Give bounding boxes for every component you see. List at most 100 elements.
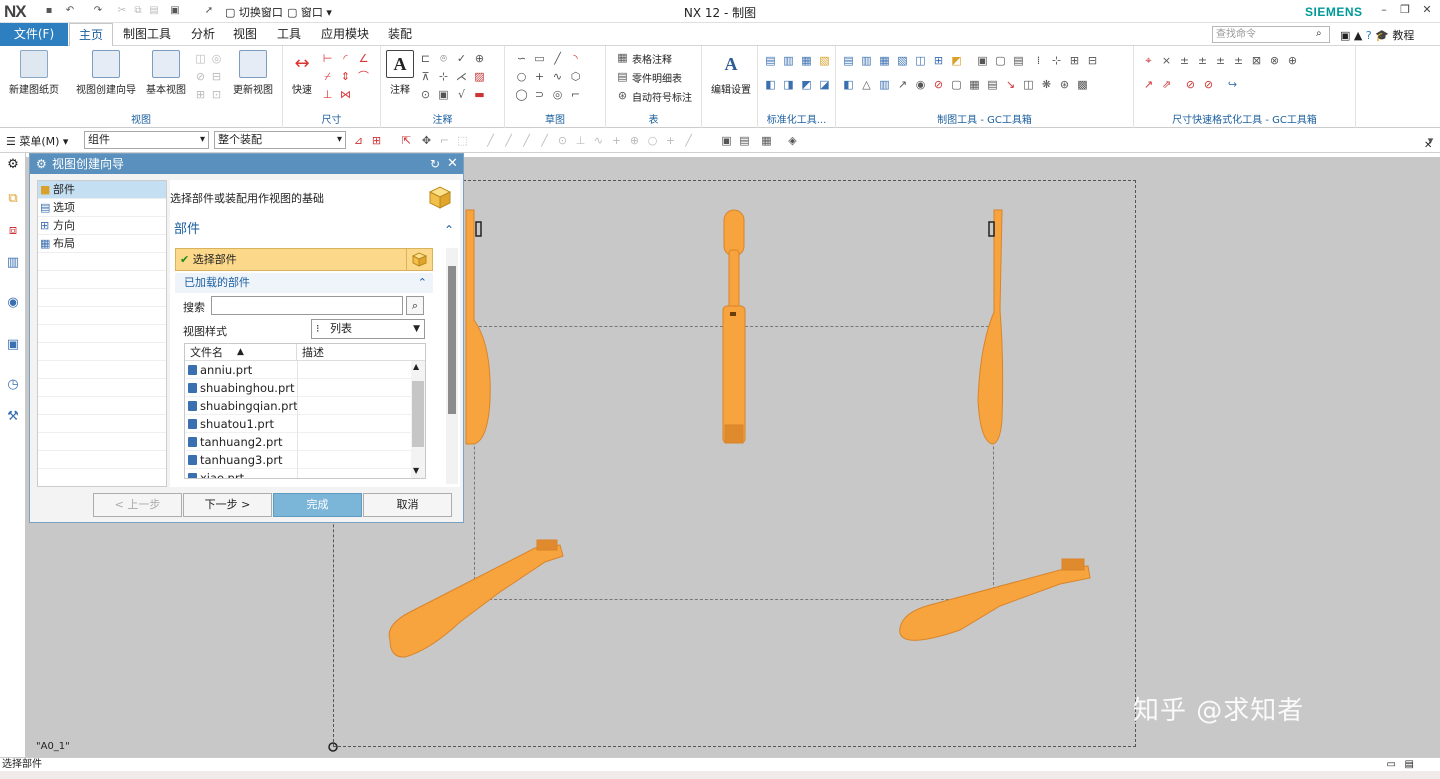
dialog-reset-icon[interactable]: ↻ bbox=[430, 157, 440, 171]
select-part-label: 选择部件 bbox=[192, 253, 237, 266]
orientation-icon: ⊞ bbox=[40, 219, 50, 232]
sort-ascending-icon: ▲ bbox=[237, 347, 244, 357]
list-item[interactable]: tanhuang3.prt bbox=[185, 451, 411, 469]
part-file-icon bbox=[188, 365, 197, 375]
collapse-icon[interactable]: ⌃ bbox=[444, 218, 454, 242]
view-style-select[interactable]: ⁝ 列表 ▼ bbox=[311, 319, 425, 339]
list-scrollbar-thumb[interactable] bbox=[412, 381, 424, 447]
part-cube-icon bbox=[411, 252, 428, 267]
back-button[interactable]: < 上一步 bbox=[93, 493, 182, 517]
right-view-part[interactable] bbox=[977, 209, 1004, 445]
part-file-icon bbox=[188, 419, 197, 429]
tree-item-layout[interactable]: ▦ 布局 bbox=[38, 235, 166, 253]
collapse-icon[interactable]: ⌃ bbox=[418, 273, 427, 293]
tree-item-orientation-label: 方向 bbox=[53, 219, 75, 232]
tree-empty-row bbox=[38, 307, 166, 325]
tree-empty-row bbox=[38, 253, 166, 271]
loaded-parts-header[interactable]: 已加载的部件 ⌃ bbox=[175, 273, 433, 293]
tree-empty-row bbox=[38, 325, 166, 343]
list-scrollbar[interactable]: ▲ ▼ bbox=[411, 361, 425, 478]
options-icon: ▤ bbox=[40, 201, 51, 214]
tree-item-layout-label: 布局 bbox=[53, 237, 75, 250]
chevron-down-icon: ▼ bbox=[413, 324, 420, 334]
wizard-step-tree: ■ 部件 ▤ 选项 ⊞ 方向 ▦ 布局 bbox=[37, 180, 167, 487]
column-header-description[interactable]: 描述 bbox=[297, 344, 425, 361]
column-filename-label: 文件名 bbox=[190, 346, 223, 359]
view-style-value: 列表 bbox=[330, 322, 352, 335]
list-item[interactable]: shuabingqian.prt bbox=[185, 397, 411, 415]
section-header-label: 部件 bbox=[174, 222, 201, 237]
status-icon-2[interactable]: ▤ bbox=[1405, 758, 1414, 771]
search-label: 搜索 bbox=[183, 301, 205, 314]
select-part-row[interactable]: ✔ 选择部件 bbox=[175, 248, 433, 271]
iso-view-part-right[interactable] bbox=[899, 558, 1091, 641]
part-file-icon bbox=[188, 383, 197, 393]
iso-view-part-left[interactable] bbox=[388, 539, 564, 658]
list-item[interactable]: anniu.prt bbox=[185, 361, 411, 379]
checkmark-icon: ✔ bbox=[180, 253, 190, 266]
file-name: tanhuang3.prt bbox=[200, 453, 283, 467]
tree-empty-row bbox=[38, 361, 166, 379]
tree-item-part-label: 部件 bbox=[53, 183, 75, 196]
tree-empty-row bbox=[38, 397, 166, 415]
finish-button[interactable]: 完成 bbox=[273, 493, 362, 517]
left-view-part[interactable] bbox=[465, 209, 491, 445]
tree-item-options[interactable]: ▤ 选项 bbox=[38, 199, 166, 217]
tree-empty-row bbox=[38, 289, 166, 307]
part-file-icon bbox=[188, 455, 197, 465]
tree-item-orientation[interactable]: ⊞ 方向 bbox=[38, 217, 166, 235]
loaded-parts-list: 文件名 ▲ 描述 anniu.prt shuabinghou.prt shuab… bbox=[184, 343, 426, 479]
tree-item-part[interactable]: ■ 部件 bbox=[38, 181, 166, 199]
file-name: shuatou1.prt bbox=[200, 417, 274, 431]
scroll-up-icon[interactable]: ▲ bbox=[413, 362, 419, 371]
tree-empty-row bbox=[38, 415, 166, 433]
part-cube-icon: ■ bbox=[40, 183, 51, 196]
view-label-marker bbox=[475, 221, 482, 237]
file-name: tanhuang2.prt bbox=[200, 435, 283, 449]
part-file-icon bbox=[188, 473, 197, 478]
tree-empty-row bbox=[38, 433, 166, 451]
view-label-marker bbox=[988, 221, 995, 237]
search-icon[interactable]: ⌕ bbox=[406, 296, 424, 315]
file-name: xiao.prt bbox=[200, 471, 245, 479]
status-icon-1[interactable]: ▭ bbox=[1387, 758, 1396, 771]
status-sub-bar bbox=[0, 771, 1440, 779]
part-file-icon bbox=[188, 401, 197, 411]
tree-empty-row bbox=[38, 451, 166, 469]
list-style-icon: ⁝ bbox=[316, 322, 320, 335]
dialog-title: 视图创建向导 bbox=[30, 154, 463, 174]
next-button[interactable]: 下一步 > bbox=[183, 493, 272, 517]
part-file-icon bbox=[188, 437, 197, 447]
tree-empty-row bbox=[38, 343, 166, 361]
list-item[interactable]: xiao.prt bbox=[185, 469, 411, 479]
file-name: shuabingqian.prt bbox=[200, 399, 298, 413]
view-creation-wizard-dialog: 视图创建向导 ⚙ ↻ ✕ ■ 部件 ▤ 选项 ⊞ 方向 ▦ 布局 选择部件或装配… bbox=[29, 153, 464, 523]
instruction-text: 选择部件或装配用作视图的基础 bbox=[170, 192, 324, 205]
watermark: 知乎 @求知者 bbox=[1133, 696, 1305, 726]
file-name: anniu.prt bbox=[200, 363, 253, 377]
list-item[interactable]: shuabinghou.prt bbox=[185, 379, 411, 397]
cancel-button[interactable]: 取消 bbox=[363, 493, 452, 517]
part-cube-large-icon bbox=[428, 186, 452, 209]
list-item[interactable]: shuatou1.prt bbox=[185, 415, 411, 433]
sheet-origin-marker bbox=[328, 742, 338, 752]
column-header-filename[interactable]: 文件名 ▲ bbox=[185, 344, 297, 361]
section-header-part[interactable]: 部件 ⌃ bbox=[170, 218, 458, 242]
scroll-down-icon[interactable]: ▼ bbox=[413, 466, 419, 475]
panel-scrollbar-thumb[interactable] bbox=[448, 266, 456, 414]
select-part-cube-button[interactable] bbox=[406, 248, 433, 271]
loaded-parts-label: 已加载的部件 bbox=[184, 276, 250, 289]
tree-empty-row bbox=[38, 271, 166, 289]
wizard-content-panel: 选择部件或装配用作视图的基础 部件 ⌃ ✔ 选择部件 已加载的部件 ⌃ 搜索 ⌕… bbox=[170, 180, 460, 487]
top-view-part[interactable] bbox=[722, 209, 746, 444]
tree-item-options-label: 选项 bbox=[53, 201, 75, 214]
status-text: 选择部件 bbox=[2, 759, 42, 770]
view-style-label: 视图样式 bbox=[183, 325, 227, 338]
sheet-name-label: "A0_1" bbox=[36, 741, 70, 752]
dialog-close-icon[interactable]: ✕ bbox=[447, 156, 458, 171]
dialog-gear-icon[interactable]: ⚙ bbox=[36, 157, 47, 171]
file-name: shuabinghou.prt bbox=[200, 381, 295, 395]
layout-icon: ▦ bbox=[40, 237, 51, 250]
search-input[interactable] bbox=[211, 296, 403, 315]
list-item[interactable]: tanhuang2.prt bbox=[185, 433, 411, 451]
